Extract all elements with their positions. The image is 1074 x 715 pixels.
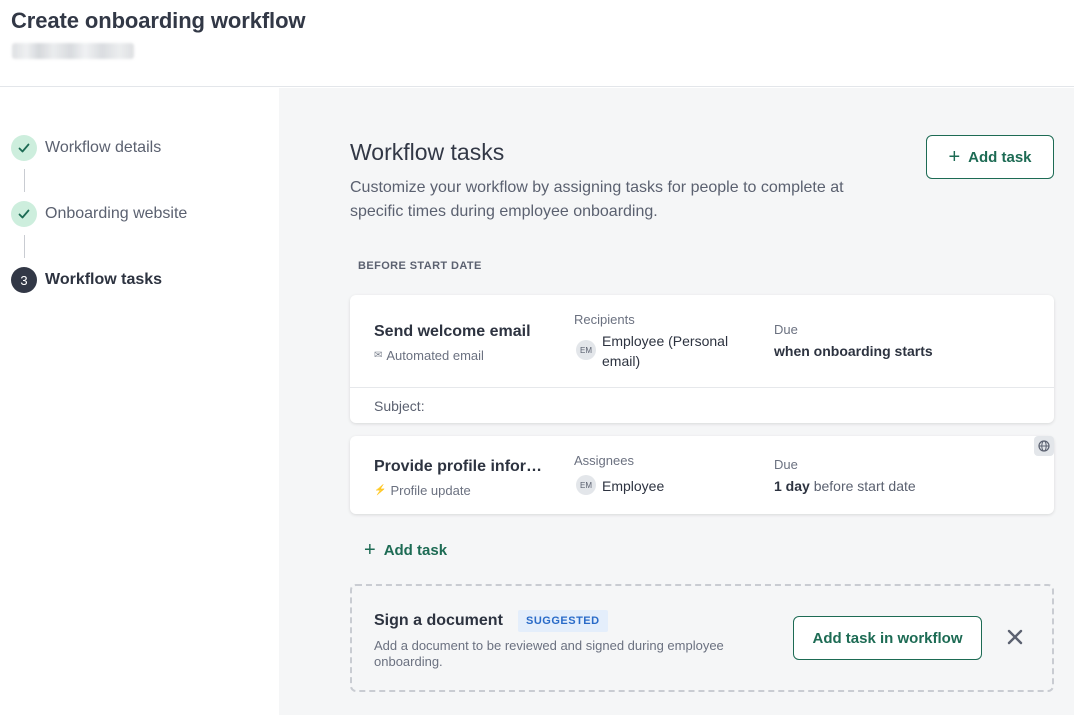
assignees-label: Assignees	[574, 453, 634, 468]
step-connector	[24, 169, 25, 192]
page-title: Create onboarding workflow	[11, 8, 306, 33]
subject-label: Subject:	[374, 398, 425, 414]
task-type-label: Automated email	[386, 348, 484, 363]
add-task-link[interactable]: + Add task	[364, 540, 447, 560]
task-name: Send welcome email	[374, 323, 531, 340]
card-divider	[350, 387, 1054, 388]
step-label: Workflow details	[45, 139, 162, 156]
task-type-label: Profile update	[390, 483, 471, 498]
section-title: Workflow tasks	[350, 139, 505, 165]
due-label: Due	[774, 457, 798, 472]
close-icon[interactable]	[1004, 626, 1026, 648]
steps-sidebar: Workflow details Onboarding website 3 Wo…	[0, 88, 279, 715]
step-workflow-details[interactable]: Workflow details	[11, 135, 161, 161]
step-workflow-tasks[interactable]: 3 Workflow tasks	[11, 267, 162, 293]
task-card-profile-update[interactable]: Provide profile information ⚡ Profile up…	[350, 436, 1054, 514]
avatar: EM	[576, 340, 596, 360]
step-label: Onboarding website	[45, 205, 188, 222]
recipient-name: Employee (Personal email)	[602, 333, 729, 369]
add-task-button[interactable]: + Add task	[926, 135, 1054, 179]
suggested-badge: SUGGESTED	[518, 610, 608, 632]
step-connector	[24, 235, 25, 258]
check-icon	[11, 201, 37, 227]
check-icon	[11, 135, 37, 161]
add-task-button-label: Add task	[968, 148, 1032, 166]
suggested-task-title: Sign a document	[374, 612, 503, 629]
due-label: Due	[774, 322, 798, 337]
page-header: Create onboarding workflow	[0, 0, 1074, 87]
avatar: EM	[576, 475, 596, 495]
recipients-label: Recipients	[574, 312, 635, 327]
due-value-bold: 1 day	[774, 478, 810, 494]
task-type: ⚡ Profile update	[374, 483, 471, 498]
envelope-icon: ✉	[374, 350, 383, 361]
plus-icon: +	[364, 539, 376, 561]
suggested-task-description: Add a document to be reviewed and signed…	[374, 638, 724, 669]
blurred-subtitle	[12, 43, 134, 59]
globe-icon[interactable]	[1034, 436, 1054, 456]
due-value: 1 day before start date	[774, 478, 916, 494]
add-task-link-label: Add task	[383, 541, 448, 559]
task-name: Provide profile information	[374, 458, 544, 475]
suggested-task-card: Sign a document SUGGESTED Add a document…	[350, 584, 1054, 692]
group-label: BEFORE START DATE	[358, 260, 482, 272]
assignee-name: Employee	[602, 478, 665, 494]
step-onboarding-website[interactable]: Onboarding website	[11, 201, 187, 227]
due-value-rest: before start date	[813, 478, 916, 494]
task-type: ✉ Automated email	[374, 348, 484, 363]
due-value: when onboarding starts	[774, 343, 933, 359]
add-task-in-workflow-button[interactable]: Add task in workflow	[793, 616, 982, 660]
step-number-badge: 3	[11, 267, 37, 293]
plus-icon: +	[948, 146, 961, 168]
step-label: Workflow tasks	[45, 271, 163, 288]
due-value-bold: when onboarding starts	[774, 343, 933, 359]
section-description: Customize your workflow by assigning tas…	[350, 179, 844, 220]
task-card-welcome-email[interactable]: Send welcome email ✉ Automated email Rec…	[350, 295, 1054, 423]
bolt-icon: ⚡	[374, 485, 387, 496]
